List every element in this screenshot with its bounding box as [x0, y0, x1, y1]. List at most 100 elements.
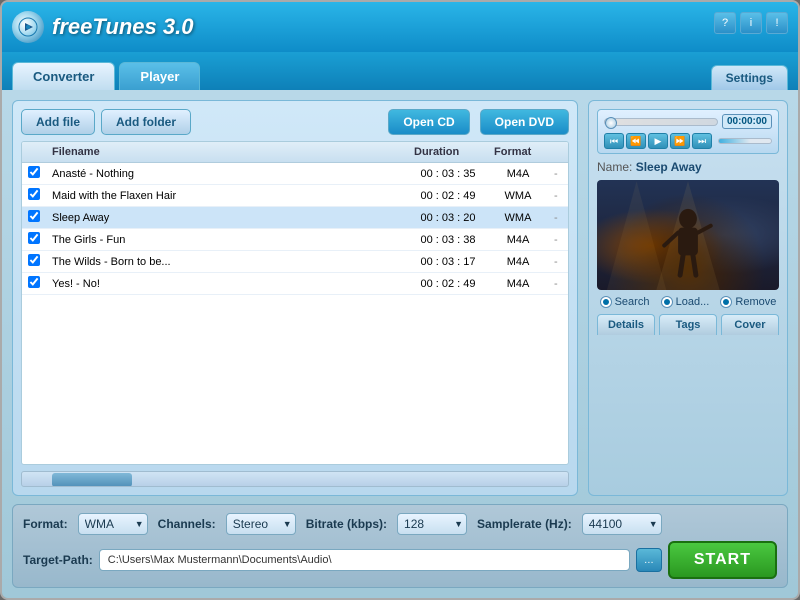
row-action[interactable]: - — [548, 229, 568, 251]
target-path-input[interactable] — [99, 549, 630, 571]
top-section: Add file Add folder Open CD Open DVD Fil… — [12, 100, 788, 496]
row-check[interactable] — [22, 163, 46, 185]
search-label: Search — [615, 296, 650, 308]
add-folder-button[interactable]: Add folder — [101, 109, 191, 135]
row-checkbox[interactable] — [28, 276, 40, 288]
help-button[interactable]: ? — [714, 12, 736, 34]
start-button[interactable]: START — [668, 541, 777, 579]
browse-button[interactable]: … — [636, 548, 662, 572]
table-row[interactable]: The Girls - Fun 00 : 03 : 38 M4A - — [22, 229, 568, 251]
volume-bar[interactable] — [718, 138, 772, 144]
prev-button[interactable]: ⏪ — [626, 133, 646, 149]
format-select-wrap: WMAMP3M4AAAC ▼ — [78, 513, 148, 535]
row-action[interactable]: - — [548, 185, 568, 207]
row-format: M4A — [488, 229, 548, 251]
tab-bar: Converter Player Settings — [2, 52, 798, 90]
next-next-button[interactable]: ⏭ — [692, 133, 712, 149]
col-action — [548, 142, 568, 163]
tab-details[interactable]: Details — [597, 314, 655, 335]
settings-button[interactable]: Settings — [711, 65, 788, 90]
prev-prev-button[interactable]: ⏮ — [604, 133, 624, 149]
col-filename: Filename — [46, 142, 408, 163]
table-row[interactable]: Yes! - No! 00 : 02 : 49 M4A - — [22, 273, 568, 295]
track-name-value: Sleep Away — [636, 160, 702, 174]
horizontal-scrollbar[interactable] — [21, 471, 569, 487]
info-button[interactable]: i — [740, 12, 762, 34]
main-content: Add file Add folder Open CD Open DVD Fil… — [2, 90, 798, 598]
file-table: Filename Duration Format Anasté - Nothin… — [22, 142, 568, 295]
progress-knob[interactable] — [605, 117, 617, 129]
bitrate-select-wrap: 128192256320 ▼ — [397, 513, 467, 535]
preview-panel: 00:00:00 ⏮ ⏪ ▶ ⏩ ⏭ Name: Sleep Away — [588, 100, 788, 496]
row-action[interactable]: - — [548, 163, 568, 185]
row-checkbox[interactable] — [28, 254, 40, 266]
tab-cover[interactable]: Cover — [721, 314, 779, 335]
row-duration: 00 : 03 : 17 — [408, 251, 488, 273]
row-checkbox[interactable] — [28, 232, 40, 244]
bitrate-label: Bitrate (kbps): — [306, 517, 387, 531]
row-filename: The Girls - Fun — [46, 229, 408, 251]
search-option[interactable]: Search — [600, 296, 650, 308]
open-dvd-button[interactable]: Open DVD — [480, 109, 569, 135]
row-filename: The Wilds - Born to be... — [46, 251, 408, 273]
app-logo: freeTunes 3.0 — [12, 11, 193, 43]
format-select[interactable]: WMAMP3M4AAAC — [78, 513, 148, 535]
add-file-button[interactable]: Add file — [21, 109, 95, 135]
path-row: Target-Path: … START — [23, 541, 777, 579]
remove-option[interactable]: Remove — [720, 296, 776, 308]
tab-player[interactable]: Player — [119, 62, 200, 90]
row-check[interactable] — [22, 229, 46, 251]
row-action[interactable]: - — [548, 207, 568, 229]
row-checkbox[interactable] — [28, 210, 40, 222]
target-label: Target-Path: — [23, 553, 93, 567]
channels-select[interactable]: StereoMono — [226, 513, 296, 535]
open-cd-button[interactable]: Open CD — [388, 109, 469, 135]
progress-bar-wrap: 00:00:00 — [604, 114, 772, 129]
action-row: Search Load... Remove — [597, 296, 779, 308]
next-button[interactable]: ⏩ — [670, 133, 690, 149]
tab-tags[interactable]: Tags — [659, 314, 717, 335]
row-action[interactable]: - — [548, 273, 568, 295]
row-filename: Maid with the Flaxen Hair — [46, 185, 408, 207]
track-name-row: Name: Sleep Away — [597, 160, 779, 174]
file-table-wrap: Filename Duration Format Anasté - Nothin… — [21, 141, 569, 465]
row-duration: 00 : 03 : 35 — [408, 163, 488, 185]
row-format: WMA — [488, 207, 548, 229]
table-row[interactable]: Maid with the Flaxen Hair 00 : 02 : 49 W… — [22, 185, 568, 207]
row-duration: 00 : 02 : 49 — [408, 273, 488, 295]
row-format: M4A — [488, 163, 548, 185]
channels-select-wrap: StereoMono ▼ — [226, 513, 296, 535]
row-duration: 00 : 02 : 49 — [408, 185, 488, 207]
scrollbar-thumb[interactable] — [52, 473, 132, 487]
row-format: M4A — [488, 251, 548, 273]
table-row[interactable]: The Wilds - Born to be... 00 : 03 : 17 M… — [22, 251, 568, 273]
table-row[interactable]: Anasté - Nothing 00 : 03 : 35 M4A - — [22, 163, 568, 185]
row-duration: 00 : 03 : 38 — [408, 229, 488, 251]
play-button[interactable]: ▶ — [648, 133, 668, 149]
progress-bar[interactable] — [604, 118, 718, 126]
bitrate-select[interactable]: 128192256320 — [397, 513, 467, 535]
row-checkbox[interactable] — [28, 188, 40, 200]
load-option[interactable]: Load... — [661, 296, 710, 308]
row-check[interactable] — [22, 185, 46, 207]
row-duration: 00 : 03 : 20 — [408, 207, 488, 229]
row-checkbox[interactable] — [28, 166, 40, 178]
row-action[interactable]: - — [548, 251, 568, 273]
row-check[interactable] — [22, 273, 46, 295]
row-check[interactable] — [22, 207, 46, 229]
load-label: Load... — [676, 296, 710, 308]
format-label: Format: — [23, 517, 68, 531]
search-radio[interactable] — [600, 296, 612, 308]
remove-label: Remove — [735, 296, 776, 308]
app-title: freeTunes 3.0 — [52, 14, 193, 40]
remove-radio[interactable] — [720, 296, 732, 308]
track-name-label: Name: — [597, 160, 636, 174]
alert-button[interactable]: ! — [766, 12, 788, 34]
col-format: Format — [488, 142, 548, 163]
tab-converter[interactable]: Converter — [12, 62, 115, 90]
table-row[interactable]: Sleep Away 00 : 03 : 20 WMA - — [22, 207, 568, 229]
load-radio[interactable] — [661, 296, 673, 308]
samplerate-select[interactable]: 441002205048000 — [582, 513, 662, 535]
row-check[interactable] — [22, 251, 46, 273]
logo-icon — [12, 11, 44, 43]
